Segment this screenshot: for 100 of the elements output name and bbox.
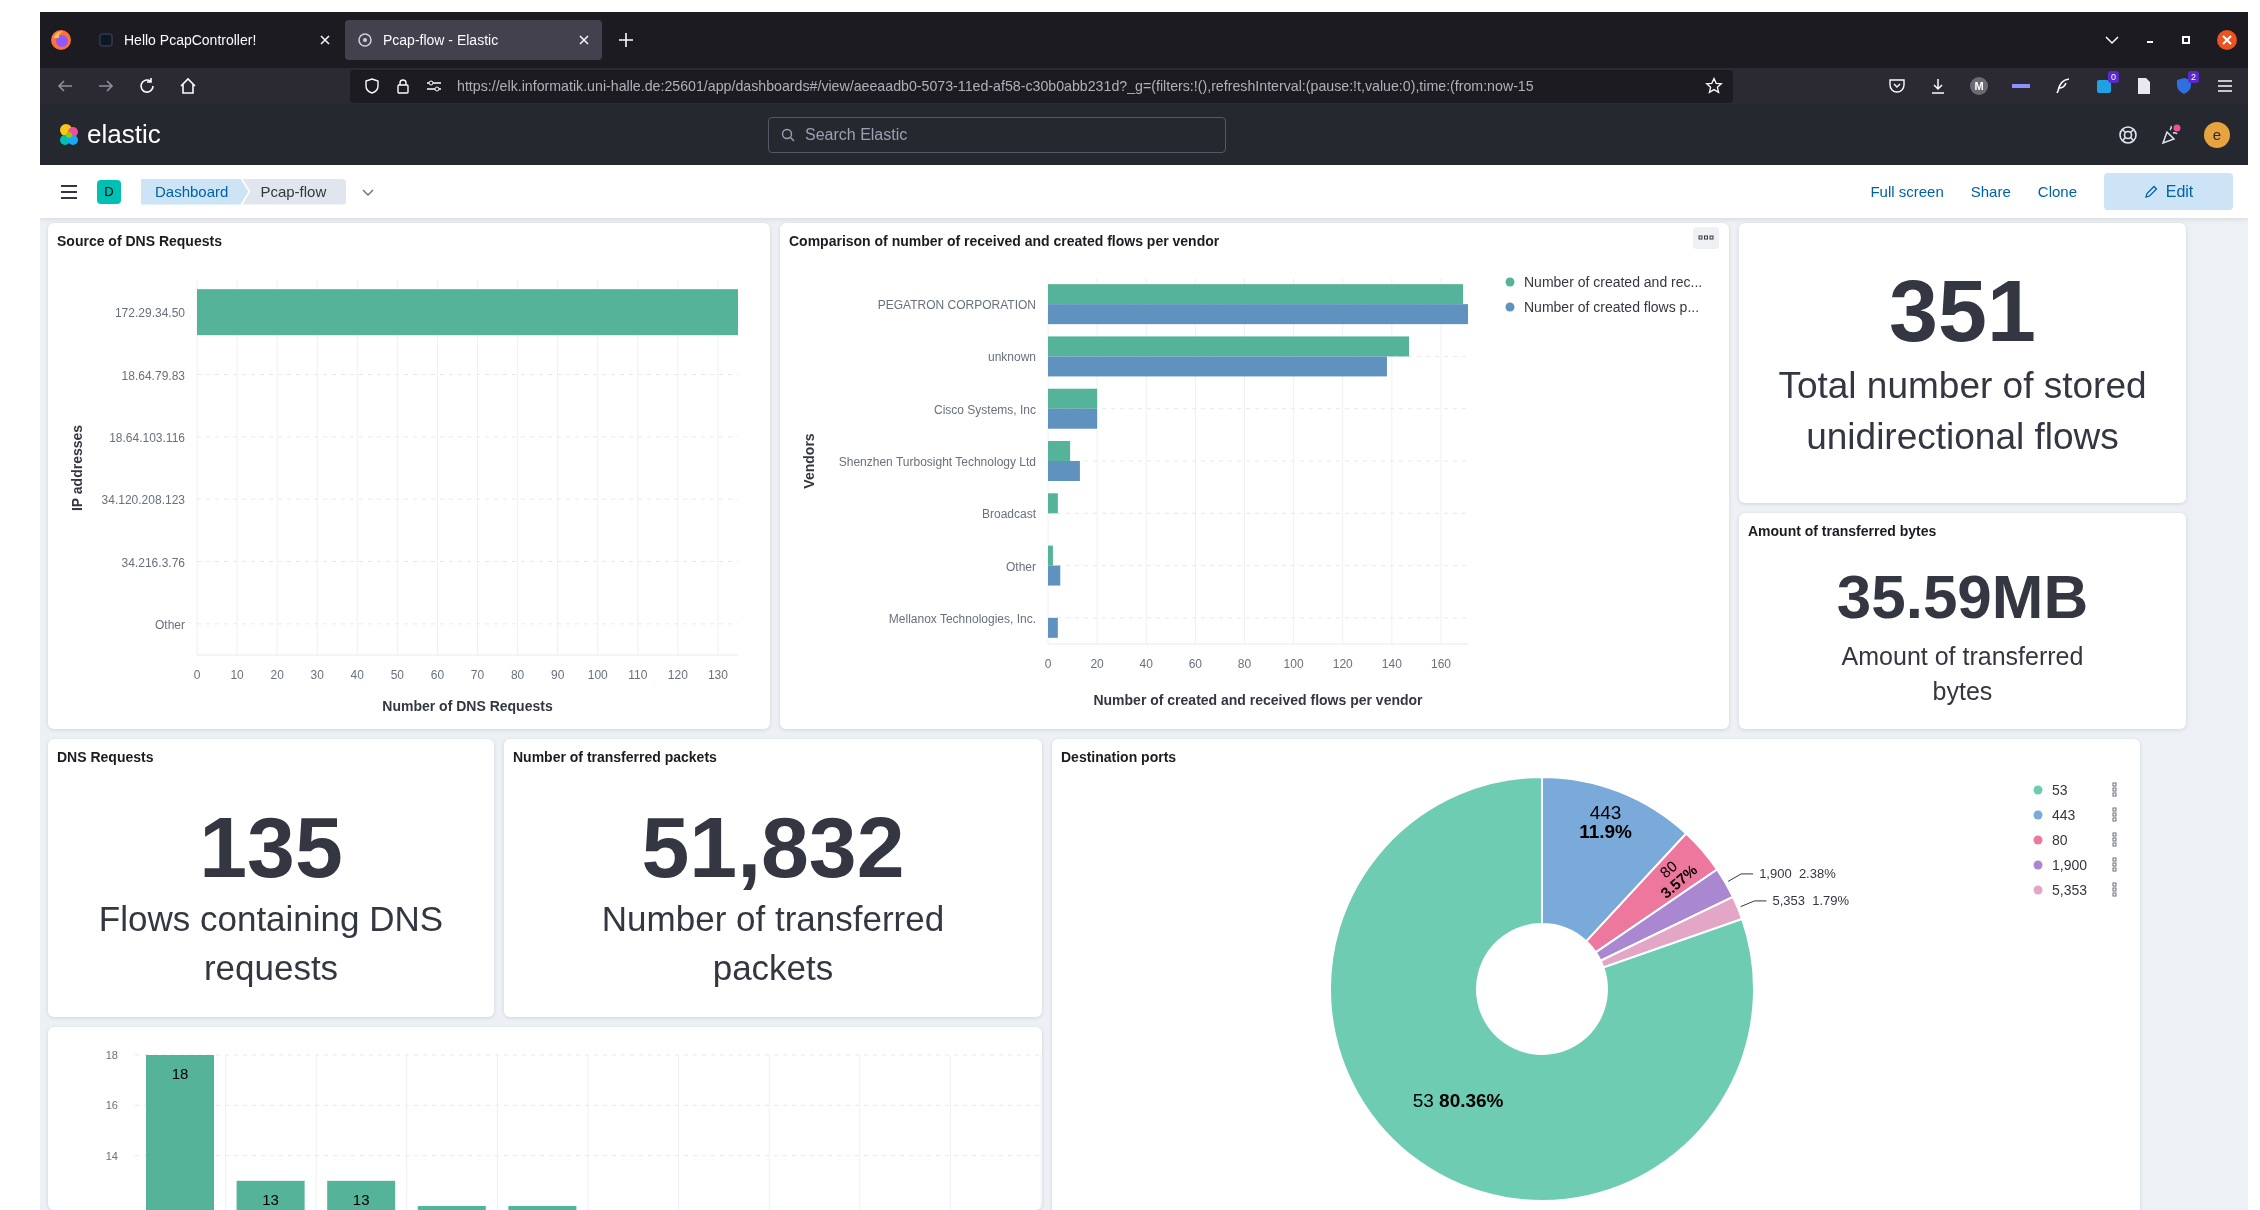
axis-tick-label: 110 — [628, 668, 648, 682]
header-link[interactable]: Share — [1970, 183, 2011, 200]
close-icon[interactable] — [578, 34, 590, 46]
menu-icon[interactable] — [2216, 77, 2234, 95]
lock-icon[interactable] — [395, 78, 411, 94]
axis-tick-label: 40 — [350, 668, 364, 682]
kebab-icon[interactable] — [2112, 782, 2117, 797]
space-avatar[interactable]: D — [97, 179, 121, 204]
data-label: 13 — [352, 1190, 370, 1208]
bar — [1048, 388, 1098, 409]
legend-label[interactable]: 80 — [2052, 832, 2068, 848]
panel-title: Amount of transferred bytes — [1747, 522, 1938, 541]
slice-label: 5,353 1.79% — [1772, 892, 1850, 908]
new-tab-icon[interactable] — [618, 32, 634, 48]
axis-tick-label: 20 — [1090, 657, 1104, 671]
panel-title: Comparison of number of received and created flows per vendor — [788, 232, 1221, 251]
download-icon[interactable] — [1929, 77, 1947, 95]
document-icon[interactable] — [2136, 77, 2152, 95]
metric-value: 35.59MB — [1836, 563, 2089, 632]
panel-menu-button[interactable] — [1693, 227, 1719, 249]
panel-title: Source of DNS Requests — [56, 232, 223, 251]
maximize-icon[interactable] — [2180, 34, 2192, 46]
axis-title: Number of DNS Requests — [382, 698, 553, 714]
axis-tick-label: 50 — [390, 668, 405, 682]
profile-avatar[interactable]: M — [1970, 77, 1988, 95]
extension-icon[interactable] — [2095, 77, 2113, 95]
extension-badge: 0 — [2108, 71, 2119, 83]
axis-tick-label: unknown — [987, 350, 1036, 365]
pencil-icon — [2143, 184, 2158, 199]
axis-tick-label: 30 — [310, 668, 324, 682]
kebab-icon[interactable] — [2112, 832, 2117, 847]
sliders-icon[interactable] — [426, 78, 442, 94]
home-icon[interactable] — [179, 77, 197, 95]
panel-title: DNS Requests — [56, 748, 155, 767]
bar — [1048, 493, 1058, 514]
bar — [508, 1205, 577, 1210]
header-link[interactable]: Clone — [2037, 183, 2077, 200]
panel-title: Number of transferred packets — [512, 748, 718, 767]
bar — [1048, 461, 1080, 481]
pocket-icon[interactable] — [1888, 77, 1906, 95]
axis-tick-label: 60 — [430, 668, 445, 682]
user-avatar[interactable]: e — [2204, 121, 2230, 148]
axis-tick-label: 10 — [230, 668, 244, 682]
axis-tick-label: 20 — [270, 668, 284, 682]
axis-tick-label: Mellanox Technologies, Inc. — [888, 611, 1036, 626]
data-label: 13 — [262, 1190, 279, 1208]
legend-label[interactable]: Number of created and rec... — [1524, 274, 1703, 290]
axis-title: Vendors — [801, 433, 817, 489]
metric-value: 51,832 — [641, 799, 905, 895]
feather-icon[interactable] — [2054, 77, 2072, 95]
axis-tick-label: Other — [155, 617, 185, 632]
leader-line — [1727, 873, 1754, 882]
help-icon[interactable] — [2118, 124, 2138, 145]
bar — [1048, 441, 1071, 461]
menu-icon[interactable] — [59, 183, 79, 200]
kebab-icon[interactable] — [2112, 882, 2117, 897]
axis-tick-label: 18 — [105, 1049, 118, 1061]
metric-label: Amount of transferred bytes — [1840, 641, 2085, 708]
shield-icon[interactable] — [364, 78, 380, 94]
legend-label[interactable]: Number of created flows p... — [1524, 299, 1700, 315]
star-icon[interactable] — [1705, 77, 1723, 95]
browser-tab[interactable]: Pcap-flow - Elastic — [345, 20, 602, 60]
slice-label: 1,900 2.38% — [1759, 865, 1836, 881]
bar — [1048, 408, 1098, 429]
newsfeed-icon[interactable] — [2160, 123, 2182, 146]
browser-tab[interactable]: Hello PcapController! — [86, 20, 343, 60]
bar — [417, 1205, 486, 1210]
close-icon[interactable] — [319, 34, 331, 46]
legend-label[interactable]: 5,353 — [2052, 882, 2088, 898]
axis-title: IP addresses — [69, 424, 85, 512]
axis-tick-label: 140 — [1381, 657, 1402, 671]
metric-label: Number of transferred packets — [600, 898, 946, 990]
data-label: 18 — [171, 1065, 189, 1082]
kebab-icon[interactable] — [2112, 857, 2117, 872]
reload-icon[interactable] — [138, 77, 156, 95]
url-text: https://elk.informatik.uni-halle.de:25601/app/dashboards#/view/aeeaadb0-5073-11ed-af58-c30b0abb231d?_g=(filters:!(),refreshInterval:(pause:!t,value:0),time:(from:now-15 — [457, 78, 1535, 94]
slice-label: 53 80.36% — [1412, 1090, 1504, 1112]
breadcrumb[interactable]: Pcap-flow — [242, 178, 347, 205]
axis-tick-label: Broadcast — [981, 507, 1036, 522]
axis-tick-label: 34.120.208.123 — [101, 493, 185, 508]
breadcrumb[interactable]: Dashboard — [141, 178, 249, 205]
legend-label[interactable]: 1,900 — [2052, 857, 2088, 873]
logo-text: elastic — [87, 119, 161, 150]
axis-tick-label: 18.64.103.116 — [109, 430, 185, 445]
legend-label[interactable]: 53 — [2052, 782, 2068, 798]
edit-button[interactable]: Edit — [2104, 173, 2233, 210]
axis-tick-label: Other — [1006, 559, 1036, 574]
panel-title: Destination ports — [1060, 748, 1178, 767]
legend-label[interactable]: 443 — [2052, 807, 2076, 823]
browser-logo-icon[interactable] — [50, 29, 72, 51]
kebab-icon[interactable] — [2112, 807, 2117, 822]
metric-label: Flows containing DNS requests — [97, 898, 445, 990]
leader-line — [1740, 900, 1767, 908]
header-link[interactable]: Full screen — [1870, 183, 1944, 200]
close-icon[interactable] — [2216, 29, 2238, 51]
slice-label: 443 11.9% — [1579, 802, 1632, 842]
axis-tick-label: 160 — [1430, 657, 1451, 671]
address-bar[interactable]: https://elk.informatik.uni-halle.de:25601/app/dashboards#/view/aeeaadb0-5073-11ed-af58-c30b0abb231d?_g=(filters:!(),refreshInterval:(pause:!t,value:0),time:(from:now-15 — [350, 69, 1733, 103]
search-icon — [781, 127, 795, 142]
search-field[interactable]: Search Elastic — [768, 116, 1226, 153]
